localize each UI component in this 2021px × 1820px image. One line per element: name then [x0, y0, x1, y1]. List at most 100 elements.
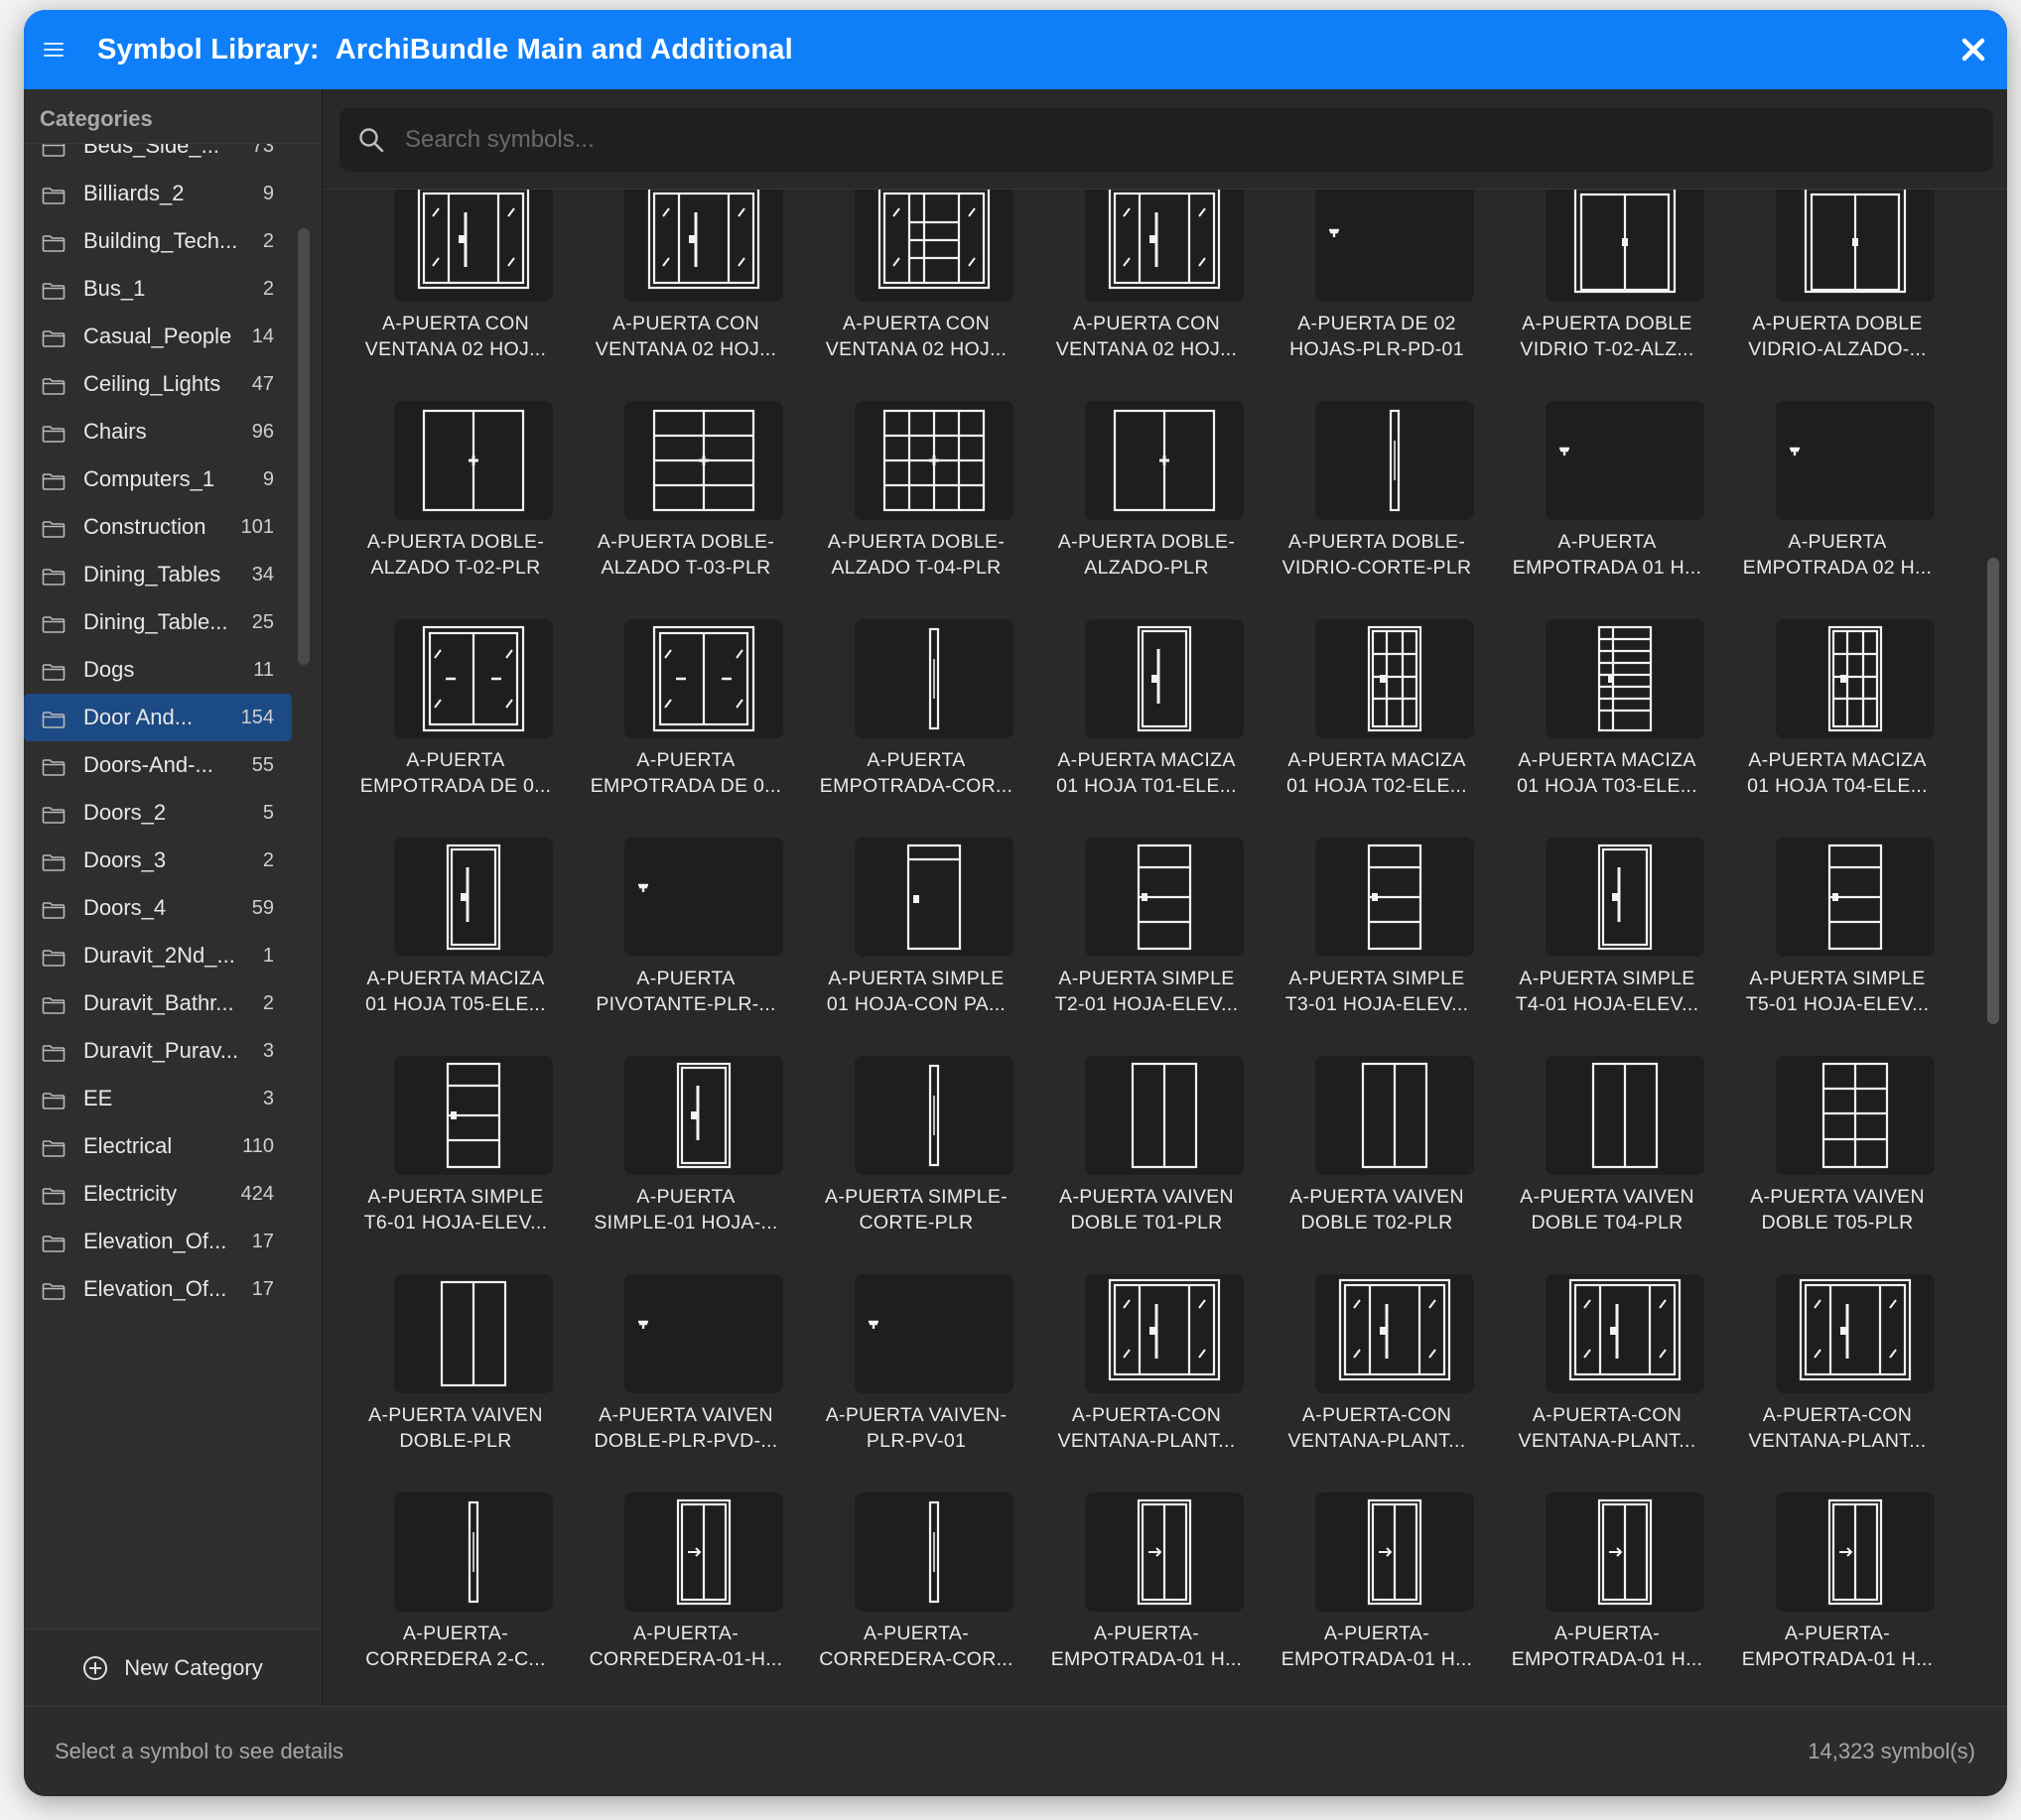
sidebar-item-category[interactable]: Computers_1 9 — [24, 455, 292, 503]
symbol-thumbnail — [1546, 838, 1704, 957]
sidebar-item-category[interactable]: Electricity 424 — [24, 1170, 292, 1218]
symbol-label: A-PUERTA-CON VENTANA-PLANT... — [1492, 1402, 1722, 1454]
symbol-label-line1: A-PUERTA DOBLE — [1752, 313, 1923, 334]
sidebar-item-category[interactable]: Billiards_2 9 — [24, 170, 292, 217]
symbol-item[interactable]: A-PUERTA MACIZA 01 HOJA T02-ELE... — [1262, 619, 1492, 828]
symbol-label: A-PUERTA MACIZA 01 HOJA T01-ELE... — [1031, 747, 1262, 799]
sidebar-item-category[interactable]: Duravit_Purav... 3 — [24, 1027, 292, 1075]
sidebar-item-category[interactable]: Doors_2 5 — [24, 789, 292, 837]
symbol-item[interactable]: A-PUERTA CON VENTANA 02 HOJ... — [340, 190, 571, 391]
sidebar-item-category[interactable]: Beds_Side_... 73 — [24, 144, 292, 170]
symbol-thumbnail — [624, 1274, 783, 1393]
sidebar-scrollbar[interactable] — [298, 228, 310, 665]
sidebar-item-category[interactable]: EE 3 — [24, 1075, 292, 1122]
symbol-item[interactable]: A-PUERTA SIMPLE 01 HOJA-CON PA... — [801, 838, 1031, 1046]
symbol-grid[interactable]: A-PUERTA CON VENTANA 02 HOJ... A-PUERTA CO… — [323, 189, 2007, 1708]
symbol-item[interactable]: A-PUERTA VAIVEN DOBLE T01-PLR — [1031, 1056, 1262, 1264]
sidebar-item-category[interactable]: Door And... 154 — [24, 694, 292, 741]
symbol-item[interactable]: A-PUERTA VAIVEN DOBLE T05-PLR — [1722, 1056, 1953, 1264]
sidebar-item-category[interactable]: Casual_People 14 — [24, 313, 292, 360]
symbol-item[interactable]: A-PUERTA- EMPOTRADA-01 H... — [1722, 1493, 1953, 1701]
symbol-thumbnail — [1546, 1056, 1704, 1175]
symbol-item[interactable]: A-PUERTA SIMPLE T4-01 HOJA-ELEV... — [1492, 838, 1722, 1046]
symbol-item[interactable]: A-PUERTA DOBLE- ALZADO T-04-PLR — [801, 401, 1031, 609]
symbol-item[interactable]: A-PUERTA VAIVEN DOBLE-PLR-PVD-... — [571, 1274, 801, 1483]
sidebar-item-category[interactable]: Ceiling_Lights 47 — [24, 360, 292, 408]
symbol-item[interactable]: A-PUERTA MACIZA 01 HOJA T04-ELE... — [1722, 619, 1953, 828]
category-list[interactable]: Beds_Side_... 73 Billiards_2 9 Building_Tech… — [24, 144, 322, 1315]
symbol-thumbnail — [1546, 1274, 1704, 1393]
symbol-item[interactable]: A-PUERTA VAIVEN DOBLE T04-PLR — [1492, 1056, 1722, 1264]
sidebar-item-category[interactable]: Doors_4 59 — [24, 884, 292, 932]
symbol-item[interactable]: A-PUERTA SIMPLE T3-01 HOJA-ELEV... — [1262, 838, 1492, 1046]
sidebar-item-category[interactable]: Chairs 96 — [24, 408, 292, 455]
symbol-item[interactable]: A-PUERTA-CON VENTANA-PLANT... — [1492, 1274, 1722, 1483]
symbol-item[interactable]: A-PUERTA-CON VENTANA-PLANT... — [1031, 1274, 1262, 1483]
symbol-item[interactable]: A-PUERTA SIMPLE T5-01 HOJA-ELEV... — [1722, 838, 1953, 1046]
sidebar-item-category[interactable]: Bus_1 2 — [24, 265, 292, 313]
symbol-item[interactable]: A-PUERTA VAIVEN- PLR-PV-01 — [801, 1274, 1031, 1483]
symbol-item[interactable]: A-PUERTA DOBLE- ALZADO T-03-PLR — [571, 401, 801, 609]
category-count: 59 — [251, 896, 274, 919]
symbol-item[interactable]: A-PUERTA-CON VENTANA-PLANT... — [1722, 1274, 1953, 1483]
sidebar-item-category[interactable]: Elevation_Of... 17 — [24, 1265, 292, 1313]
close-button[interactable] — [1954, 30, 1993, 69]
symbol-item[interactable]: A-PUERTA- EMPOTRADA-01 H... — [1262, 1493, 1492, 1701]
symbol-item[interactable]: A-PUERTA MACIZA 01 HOJA T03-ELE... — [1492, 619, 1722, 828]
sidebar-item-category[interactable]: Doors_3 2 — [24, 837, 292, 884]
symbol-item[interactable]: A-PUERTA CON VENTANA 02 HOJ... — [1031, 190, 1262, 391]
symbol-item[interactable]: A-PUERTA SIMPLE-01 HOJA-... — [571, 1056, 801, 1264]
symbol-label: A-PUERTA SIMPLE- CORTE-PLR — [801, 1184, 1031, 1235]
symbol-item[interactable]: A-PUERTA DOBLE VIDRIO-ALZADO-... — [1722, 190, 1953, 391]
symbol-item[interactable]: A-PUERTA MACIZA 01 HOJA T01-ELE... — [1031, 619, 1262, 828]
symbol-item[interactable]: A-PUERTA- EMPOTRADA-01 H... — [1031, 1493, 1262, 1701]
symbol-item[interactable]: A-PUERTA DOBLE- VIDRIO-CORTE-PLR — [1262, 401, 1492, 609]
symbol-item[interactable]: A-PUERTA-CON VENTANA-PLANT... — [1262, 1274, 1492, 1483]
symbol-thumbnail — [394, 1493, 553, 1612]
grid-scrollbar[interactable] — [1987, 558, 1999, 1024]
menu-icon[interactable] — [44, 43, 64, 57]
symbol-item[interactable]: A-PUERTA MACIZA 01 HOJA T05-ELE... — [340, 838, 571, 1046]
symbol-item[interactable]: A-PUERTA CON VENTANA 02 HOJ... — [801, 190, 1031, 391]
symbol-item[interactable]: A-PUERTA VAIVEN DOBLE T02-PLR — [1262, 1056, 1492, 1264]
sidebar-item-category[interactable]: Dining_Tables 34 — [24, 551, 292, 598]
sidebar-item-category[interactable]: Doors-And-... 55 — [24, 741, 292, 789]
symbol-item[interactable]: A-PUERTA- CORREDERA 2-C... — [340, 1493, 571, 1701]
symbol-label: A-PUERTA VAIVEN- PLR-PV-01 — [801, 1402, 1031, 1454]
symbol-item[interactable]: A-PUERTA CON VENTANA 02 HOJ... — [571, 190, 801, 391]
sidebar-item-category[interactable]: Building_Tech... 2 — [24, 217, 292, 265]
symbol-item[interactable]: A-PUERTA- EMPOTRADA-01 H... — [1492, 1493, 1722, 1701]
symbol-item[interactable]: A-PUERTA- CORREDERA-01-H... — [571, 1493, 801, 1701]
sidebar-item-category[interactable]: Elevation_Of... 17 — [24, 1218, 292, 1265]
symbol-item[interactable]: A-PUERTA EMPOTRADA DE 0... — [340, 619, 571, 828]
new-category-button[interactable]: New Category — [24, 1628, 322, 1707]
search-bar[interactable] — [339, 108, 1993, 172]
symbol-item[interactable]: A-PUERTA DOBLE VIDRIO T-02-ALZ... — [1492, 190, 1722, 391]
symbol-item[interactable]: A-PUERTA DE 02 HOJAS-PLR-PD-01 — [1262, 190, 1492, 391]
title-bar: Symbol Library: ArchiBundle Main and Add… — [24, 10, 2007, 89]
symbol-item[interactable]: A-PUERTA DOBLE- ALZADO T-02-PLR — [340, 401, 571, 609]
symbol-item[interactable]: A-PUERTA SIMPLE- CORTE-PLR — [801, 1056, 1031, 1264]
sidebar-item-category[interactable]: Construction 101 — [24, 503, 292, 551]
symbol-item[interactable]: A-PUERTA EMPOTRADA 01 H... — [1492, 401, 1722, 609]
symbol-thumbnail — [1776, 1056, 1935, 1175]
sidebar-item-category[interactable]: Environmen...275 — [24, 1313, 292, 1315]
category-count: 110 — [242, 1134, 274, 1157]
symbol-item[interactable]: A-PUERTA SIMPLE T6-01 HOJA-ELEV... — [340, 1056, 571, 1264]
symbol-item[interactable]: A-PUERTA EMPOTRADA DE 0... — [571, 619, 801, 828]
symbol-label-line2: T6-01 HOJA-ELEV... — [363, 1212, 548, 1234]
sidebar-item-category[interactable]: Duravit_2Nd_... 1 — [24, 932, 292, 979]
search-input[interactable] — [403, 125, 1993, 155]
symbol-thumbnail — [1315, 619, 1474, 738]
symbol-item[interactable]: A-PUERTA EMPOTRADA 02 H... — [1722, 401, 1953, 609]
symbol-item[interactable]: A-PUERTA DOBLE- ALZADO-PLR — [1031, 401, 1262, 609]
symbol-item[interactable]: A-PUERTA EMPOTRADA-COR... — [801, 619, 1031, 828]
sidebar-item-category[interactable]: Dogs 11 — [24, 646, 292, 694]
symbol-item[interactable]: A-PUERTA- CORREDERA-COR... — [801, 1493, 1031, 1701]
symbol-item[interactable]: A-PUERTA SIMPLE T2-01 HOJA-ELEV... — [1031, 838, 1262, 1046]
sidebar-item-category[interactable]: Dining_Table... 25 — [24, 598, 292, 646]
sidebar-item-category[interactable]: Duravit_Bathr... 2 — [24, 979, 292, 1027]
sidebar-item-category[interactable]: Electrical 110 — [24, 1122, 292, 1170]
symbol-item[interactable]: A-PUERTA VAIVEN DOBLE-PLR — [340, 1274, 571, 1483]
symbol-item[interactable]: A-PUERTA PIVOTANTE-PLR-... — [571, 838, 801, 1046]
